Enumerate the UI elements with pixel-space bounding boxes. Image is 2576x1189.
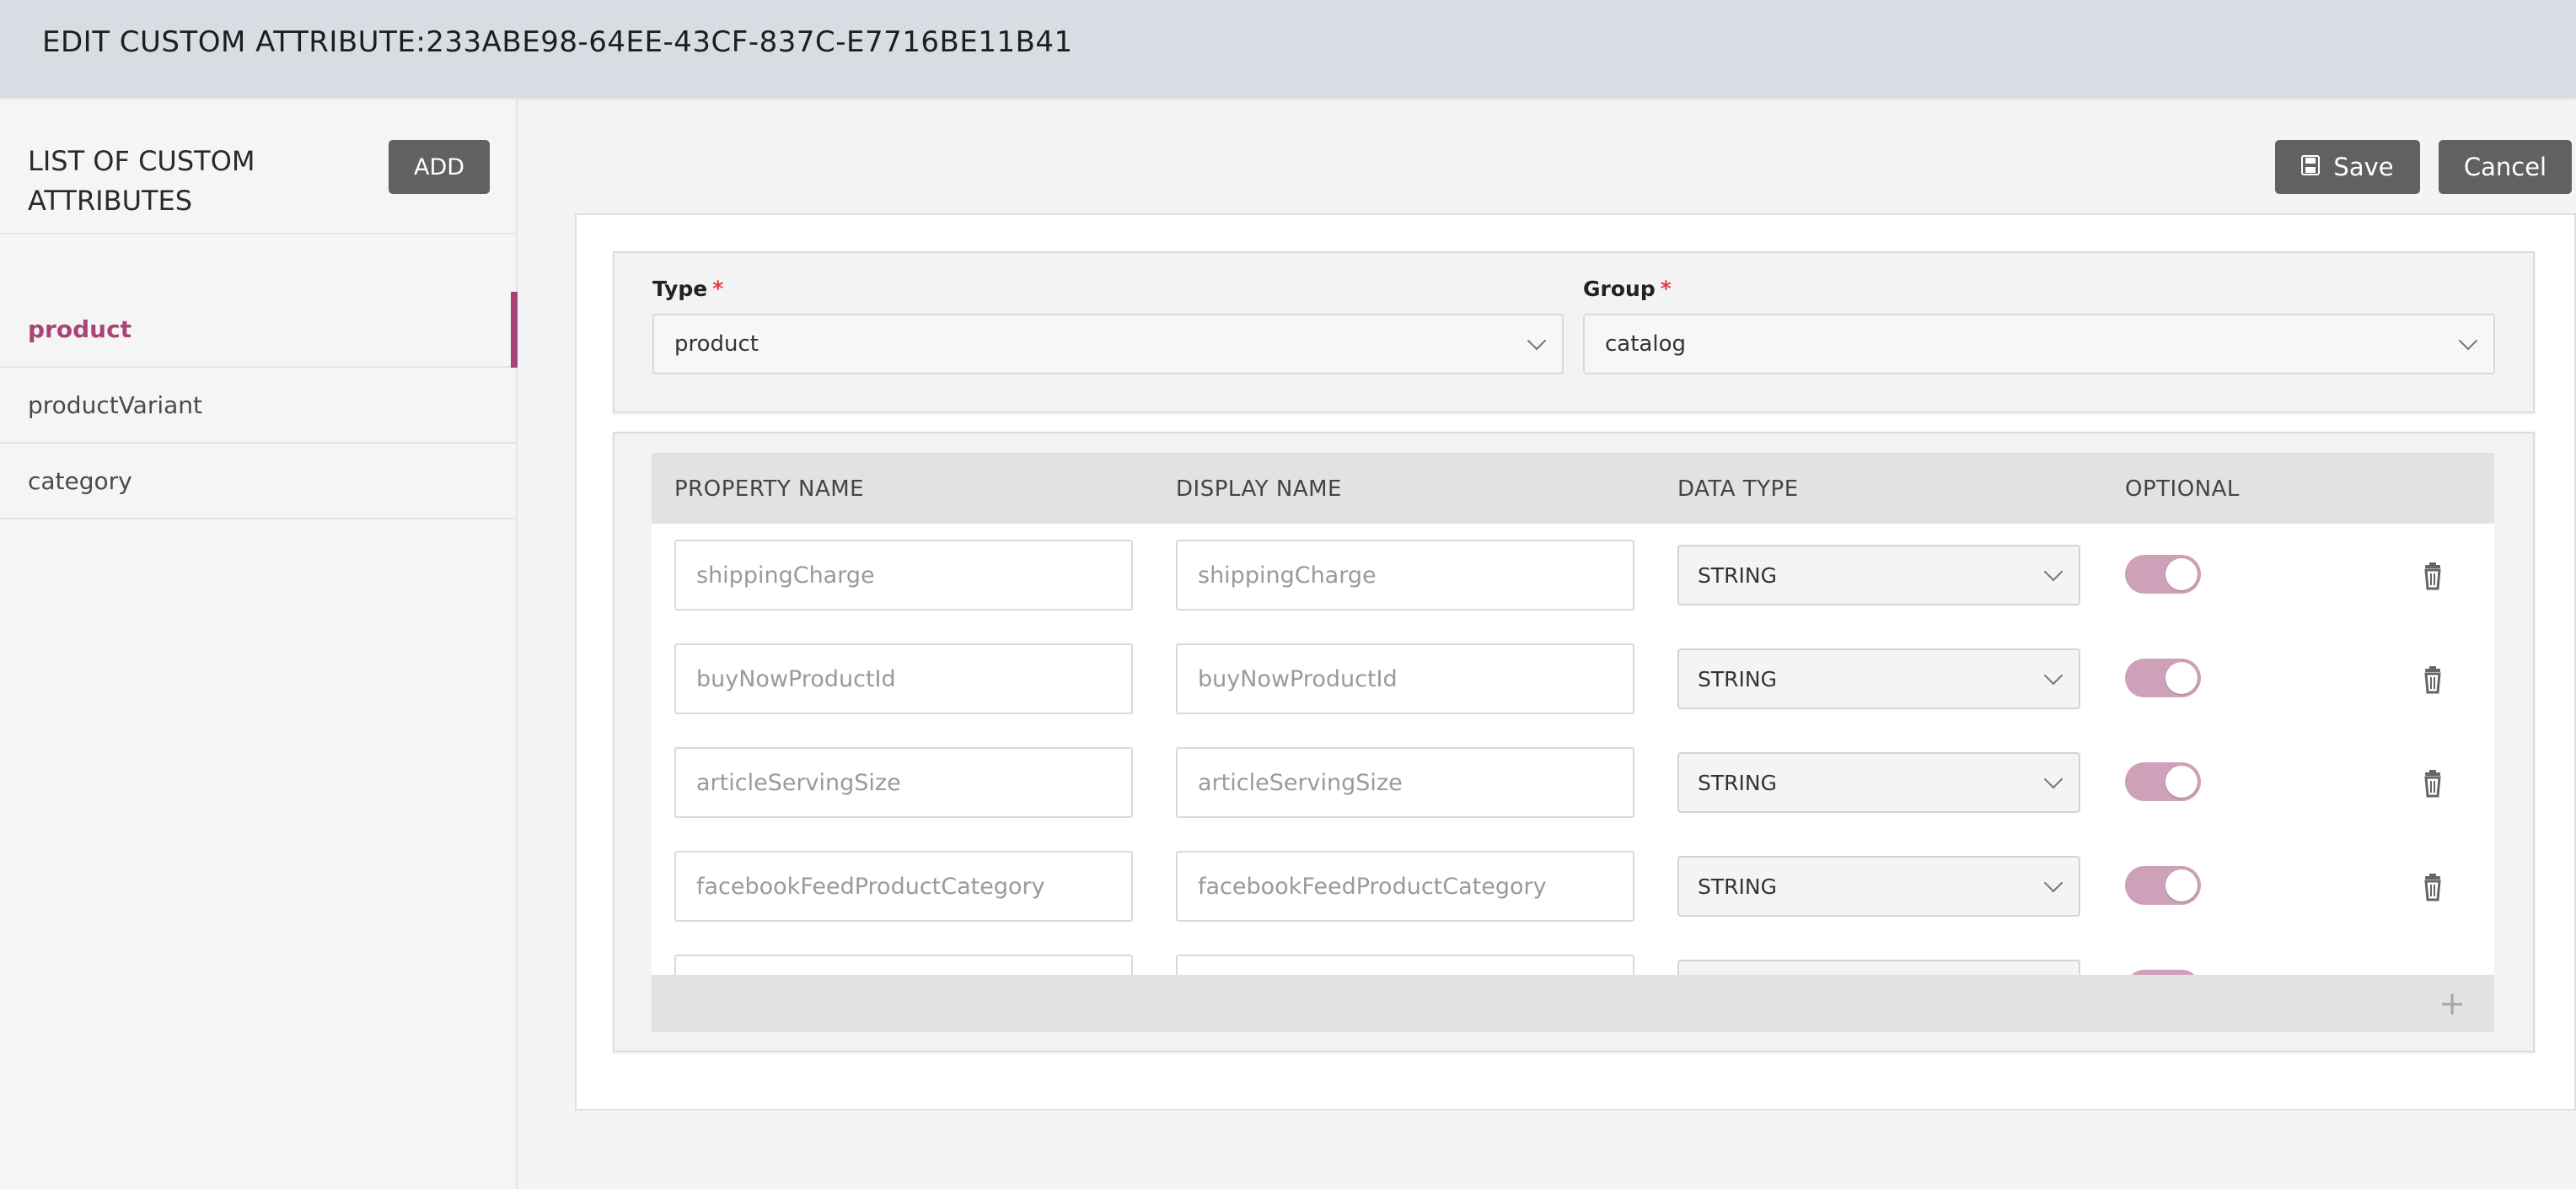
sidebar-item-label: productVariant bbox=[28, 390, 203, 419]
display-name-input[interactable]: facebookFeedProductCategory bbox=[1176, 851, 1634, 922]
page-header: EDIT CUSTOM ATTRIBUTE:233ABE98-64EE-43CF… bbox=[0, 0, 2576, 98]
table-body[interactable]: shippingCharge shippingCharge STRING buy… bbox=[652, 524, 2494, 975]
data-type-value: STRING bbox=[1698, 770, 1777, 795]
data-type-value: STRING bbox=[1698, 666, 1777, 691]
property-name-input[interactable]: facebookFeedProductCategory bbox=[674, 851, 1133, 922]
chevron-down-icon bbox=[2043, 873, 2063, 893]
table-row: buyNowProductId buyNowProductId STRING bbox=[652, 643, 2494, 728]
property-name-input[interactable] bbox=[674, 955, 1133, 975]
floppy-disk-icon bbox=[2301, 153, 2321, 181]
sidebar-heading: LIST OF CUSTOM ATTRIBUTES bbox=[28, 145, 255, 217]
chevron-down-icon bbox=[2043, 769, 2063, 789]
page-title: EDIT CUSTOM ATTRIBUTE:233ABE98-64EE-43CF… bbox=[42, 25, 1073, 59]
sidebar-item-product[interactable]: product bbox=[0, 292, 518, 368]
optional-toggle[interactable] bbox=[2125, 555, 2201, 594]
optional-toggle[interactable] bbox=[2125, 866, 2201, 905]
trash-icon[interactable] bbox=[2416, 767, 2450, 801]
column-header-data-type: DATA TYPE bbox=[1677, 476, 1799, 502]
toggle-knob bbox=[2165, 558, 2198, 590]
table-header: PROPERTY NAME DISPLAY NAME DATA TYPE OPT… bbox=[652, 453, 2494, 524]
chevron-down-icon bbox=[2043, 562, 2063, 582]
display-name-input[interactable]: buyNowProductId bbox=[1176, 643, 1634, 714]
chevron-down-icon bbox=[1527, 331, 1547, 351]
property-name-input[interactable]: articleServingSize bbox=[674, 747, 1133, 818]
group-select[interactable]: catalog bbox=[1583, 314, 2495, 374]
sidebar-item-label: category bbox=[28, 466, 132, 495]
type-select[interactable]: product bbox=[652, 314, 1564, 374]
toggle-knob bbox=[2165, 869, 2198, 901]
column-header-display-name: DISPLAY NAME bbox=[1176, 476, 1342, 502]
sidebar: LIST OF CUSTOM ATTRIBUTES ADD product pr… bbox=[0, 100, 518, 1189]
sidebar-item-productvariant[interactable]: productVariant bbox=[0, 368, 518, 444]
display-name-input[interactable] bbox=[1176, 955, 1634, 975]
optional-toggle[interactable] bbox=[2125, 659, 2201, 697]
toggle-knob bbox=[2165, 662, 2198, 694]
sidebar-item-label: product bbox=[28, 315, 132, 343]
data-type-select[interactable]: STRING bbox=[1677, 648, 2080, 709]
add-button[interactable]: ADD bbox=[389, 140, 490, 194]
type-label: Type * bbox=[652, 277, 724, 301]
column-header-property-name: PROPERTY NAME bbox=[674, 476, 865, 502]
table-row: shippingCharge shippingCharge STRING bbox=[652, 540, 2494, 624]
trash-icon[interactable] bbox=[2416, 664, 2450, 697]
chevron-down-icon bbox=[2043, 665, 2063, 686]
data-type-select[interactable]: STRING bbox=[1677, 545, 2080, 605]
table-footer: + bbox=[652, 975, 2494, 1032]
toggle-knob bbox=[2165, 766, 2198, 798]
data-type-select[interactable]: STRING bbox=[1677, 752, 2080, 813]
column-header-optional: OPTIONAL bbox=[2125, 476, 2240, 502]
data-type-select[interactable] bbox=[1677, 960, 2080, 975]
trash-icon[interactable] bbox=[2416, 560, 2450, 594]
cancel-button[interactable]: Cancel bbox=[2439, 140, 2572, 194]
sidebar-item-category[interactable]: category bbox=[0, 444, 518, 519]
save-label: Save bbox=[2333, 153, 2394, 181]
group-select-value: catalog bbox=[1605, 331, 1686, 357]
group-label: Group * bbox=[1583, 277, 1672, 301]
chevron-down-icon bbox=[2458, 331, 2478, 351]
plus-icon[interactable]: + bbox=[2439, 987, 2466, 1020]
save-button[interactable]: Save bbox=[2275, 140, 2420, 194]
data-type-value: STRING bbox=[1698, 562, 1777, 588]
type-select-value: product bbox=[674, 331, 759, 357]
property-name-input[interactable]: shippingCharge bbox=[674, 540, 1133, 611]
data-type-value: STRING bbox=[1698, 874, 1777, 899]
property-name-input[interactable]: buyNowProductId bbox=[674, 643, 1133, 714]
table-row: articleServingSize articleServingSize ST… bbox=[652, 747, 2494, 831]
table-row bbox=[652, 955, 2494, 975]
display-name-input[interactable]: articleServingSize bbox=[1176, 747, 1634, 818]
divider bbox=[0, 233, 516, 234]
optional-toggle[interactable] bbox=[2125, 762, 2201, 801]
trash-icon[interactable] bbox=[2416, 871, 2450, 905]
data-type-select[interactable]: STRING bbox=[1677, 856, 2080, 917]
display-name-input[interactable]: shippingCharge bbox=[1176, 540, 1634, 611]
table-row: facebookFeedProductCategory facebookFeed… bbox=[652, 851, 2494, 935]
